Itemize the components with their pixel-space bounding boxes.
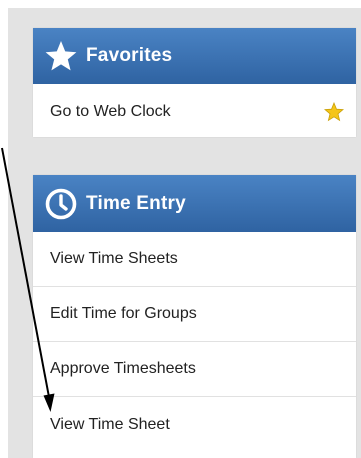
favorites-header: Favorites — [33, 28, 356, 84]
favorite-item-label: Go to Web Clock — [50, 102, 171, 120]
time-entry-item-label: View Time Sheet — [50, 415, 170, 433]
star-icon — [44, 39, 78, 73]
favorite-item-web-clock[interactable]: Go to Web Clock — [33, 84, 356, 139]
time-entry-item-label: Approve Timesheets — [50, 360, 196, 377]
time-entry-item-edit-time-for-groups[interactable]: Edit Time for Groups — [33, 287, 356, 342]
favorite-star-icon[interactable] — [323, 101, 345, 122]
time-entry-header: Time Entry — [33, 175, 356, 232]
time-entry-item-view-time-sheet[interactable]: View Time Sheet — [33, 397, 356, 452]
favorites-title: Favorites — [86, 45, 173, 66]
time-entry-panel: Time Entry View Time Sheets Edit Time fo… — [33, 175, 356, 458]
time-entry-title: Time Entry — [86, 192, 186, 214]
time-entry-item-approve-timesheets[interactable]: Approve Timesheets — [33, 342, 356, 397]
time-entry-item-label: Edit Time for Groups — [50, 305, 197, 322]
clock-icon — [44, 187, 78, 221]
time-entry-item-label: View Time Sheets — [50, 250, 178, 267]
time-entry-item-view-time-sheets[interactable]: View Time Sheets — [33, 232, 356, 287]
favorites-panel: Favorites Go to Web Clock — [33, 28, 356, 137]
